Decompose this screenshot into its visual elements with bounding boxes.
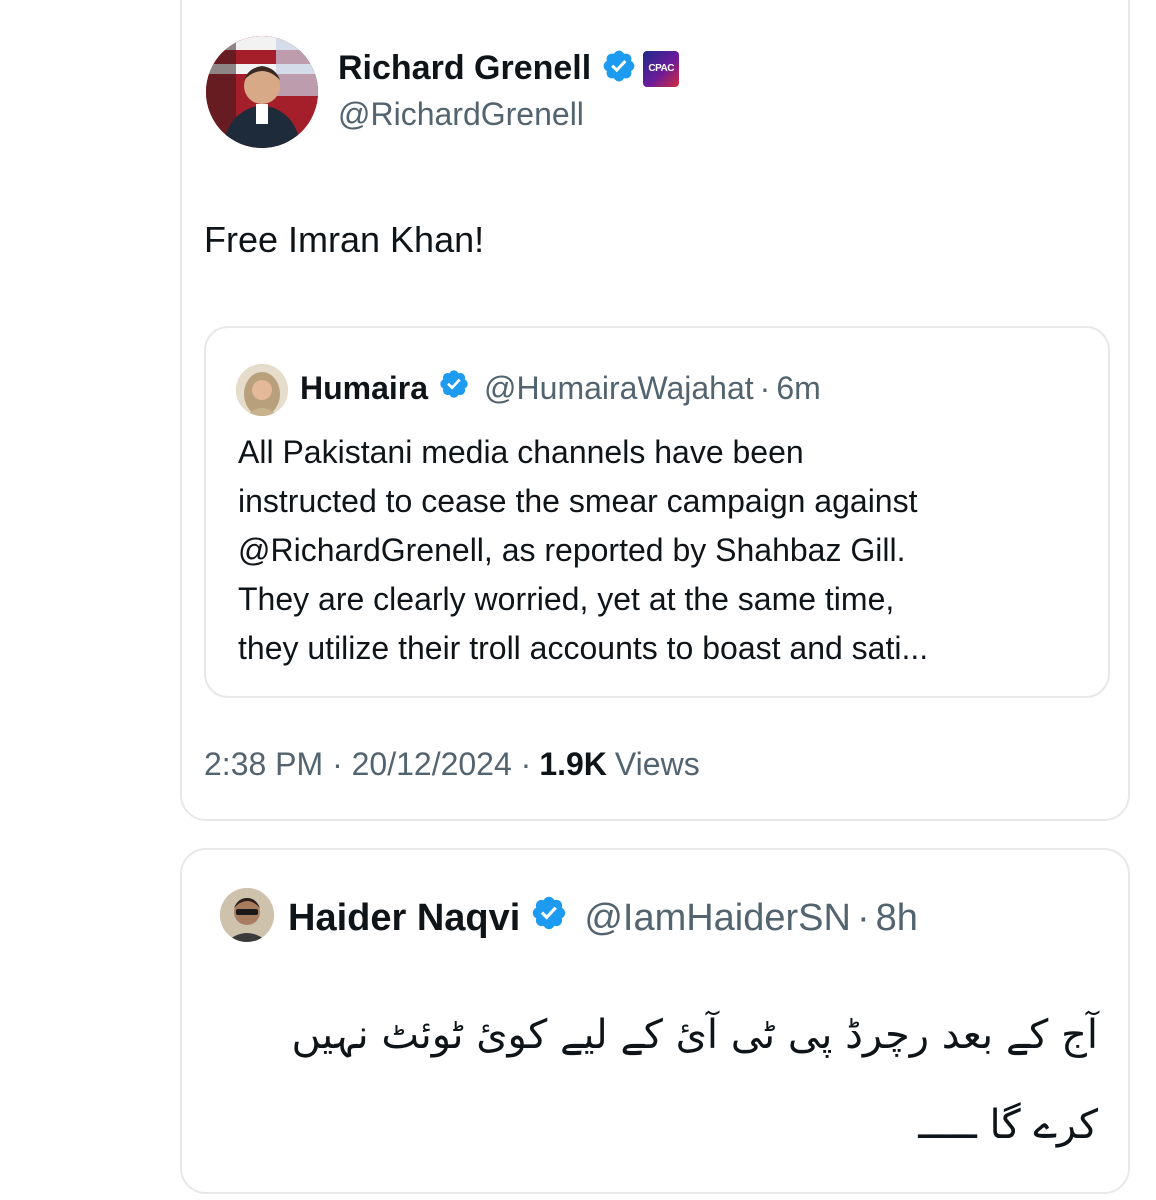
- quoted-text-line: They are clearly worried, yet at the sam…: [238, 581, 895, 617]
- second-author-name[interactable]: Haider Naqvi: [288, 897, 520, 940]
- second-author-avatar[interactable]: [220, 888, 274, 942]
- quoted-tweet-card[interactable]: Humaira @HumairaWajahat · 6m All Pakista…: [204, 326, 1110, 698]
- views-count[interactable]: 1.9K: [539, 746, 607, 783]
- quoted-text-line: instructed to cease the smear campaign a…: [238, 483, 918, 519]
- views-label: Views: [614, 746, 700, 782]
- quoted-tweet-time[interactable]: 6m: [776, 370, 820, 407]
- quoted-tweet-header: Humaira @HumairaWajahat · 6m: [300, 368, 821, 408]
- separator-dot: ·: [759, 369, 771, 406]
- tweet-timestamp[interactable]: 2:38 PM · 20/12/2024 ·: [204, 746, 531, 783]
- second-tweet-text: آج کے بعد رچرڈ پی ٹی آئ کے لیے کوئ ٹوئٹ …: [291, 1012, 1098, 1148]
- second-tweet-header: Haider Naqvi @IamHaiderSN · 8h: [288, 894, 918, 942]
- second-tweet-card[interactable]: Haider Naqvi @IamHaiderSN · 8h آج کے بعد…: [180, 848, 1130, 1194]
- second-author-handle[interactable]: @IamHaiderSN: [584, 897, 851, 940]
- quoted-author-handle[interactable]: @HumairaWajahat: [484, 370, 754, 407]
- cpac-affiliate-icon[interactable]: CPAC: [643, 50, 680, 87]
- verified-badge-icon[interactable]: [438, 368, 470, 408]
- quoted-author-avatar[interactable]: [236, 364, 288, 416]
- quoted-text-line: All Pakistani media channels have been: [238, 434, 804, 470]
- second-author-avatar-image: [220, 888, 274, 942]
- tweet-meta: 2:38 PM · 20/12/2024 · 1.9K Views: [204, 746, 700, 783]
- author-avatar-image: [206, 36, 318, 148]
- tweet-text: Free Imran Khan!: [204, 219, 485, 260]
- quoted-author-name[interactable]: Humaira: [300, 370, 428, 407]
- main-tweet-card[interactable]: Richard Grenell CPAC @RichardGrenell Fre…: [180, 0, 1130, 821]
- author-avatar[interactable]: [206, 36, 318, 148]
- author-name[interactable]: Richard Grenell: [338, 49, 591, 88]
- verified-badge-icon[interactable]: [601, 48, 637, 89]
- author-handle[interactable]: @RichardGrenell: [338, 96, 584, 133]
- quoted-tweet-text: All Pakistani media channels have been i…: [238, 428, 1098, 673]
- quoted-text-line: @RichardGrenell, as reported by Shahbaz …: [238, 532, 906, 568]
- quoted-text-line: they utilize their troll accounts to boa…: [238, 630, 929, 666]
- author-name-row: Richard Grenell CPAC: [338, 48, 680, 89]
- quoted-author-avatar-image: [236, 364, 288, 416]
- separator-dot: ·: [856, 896, 870, 939]
- verified-badge-icon[interactable]: [530, 894, 568, 942]
- second-tweet-time[interactable]: 8h: [876, 897, 918, 940]
